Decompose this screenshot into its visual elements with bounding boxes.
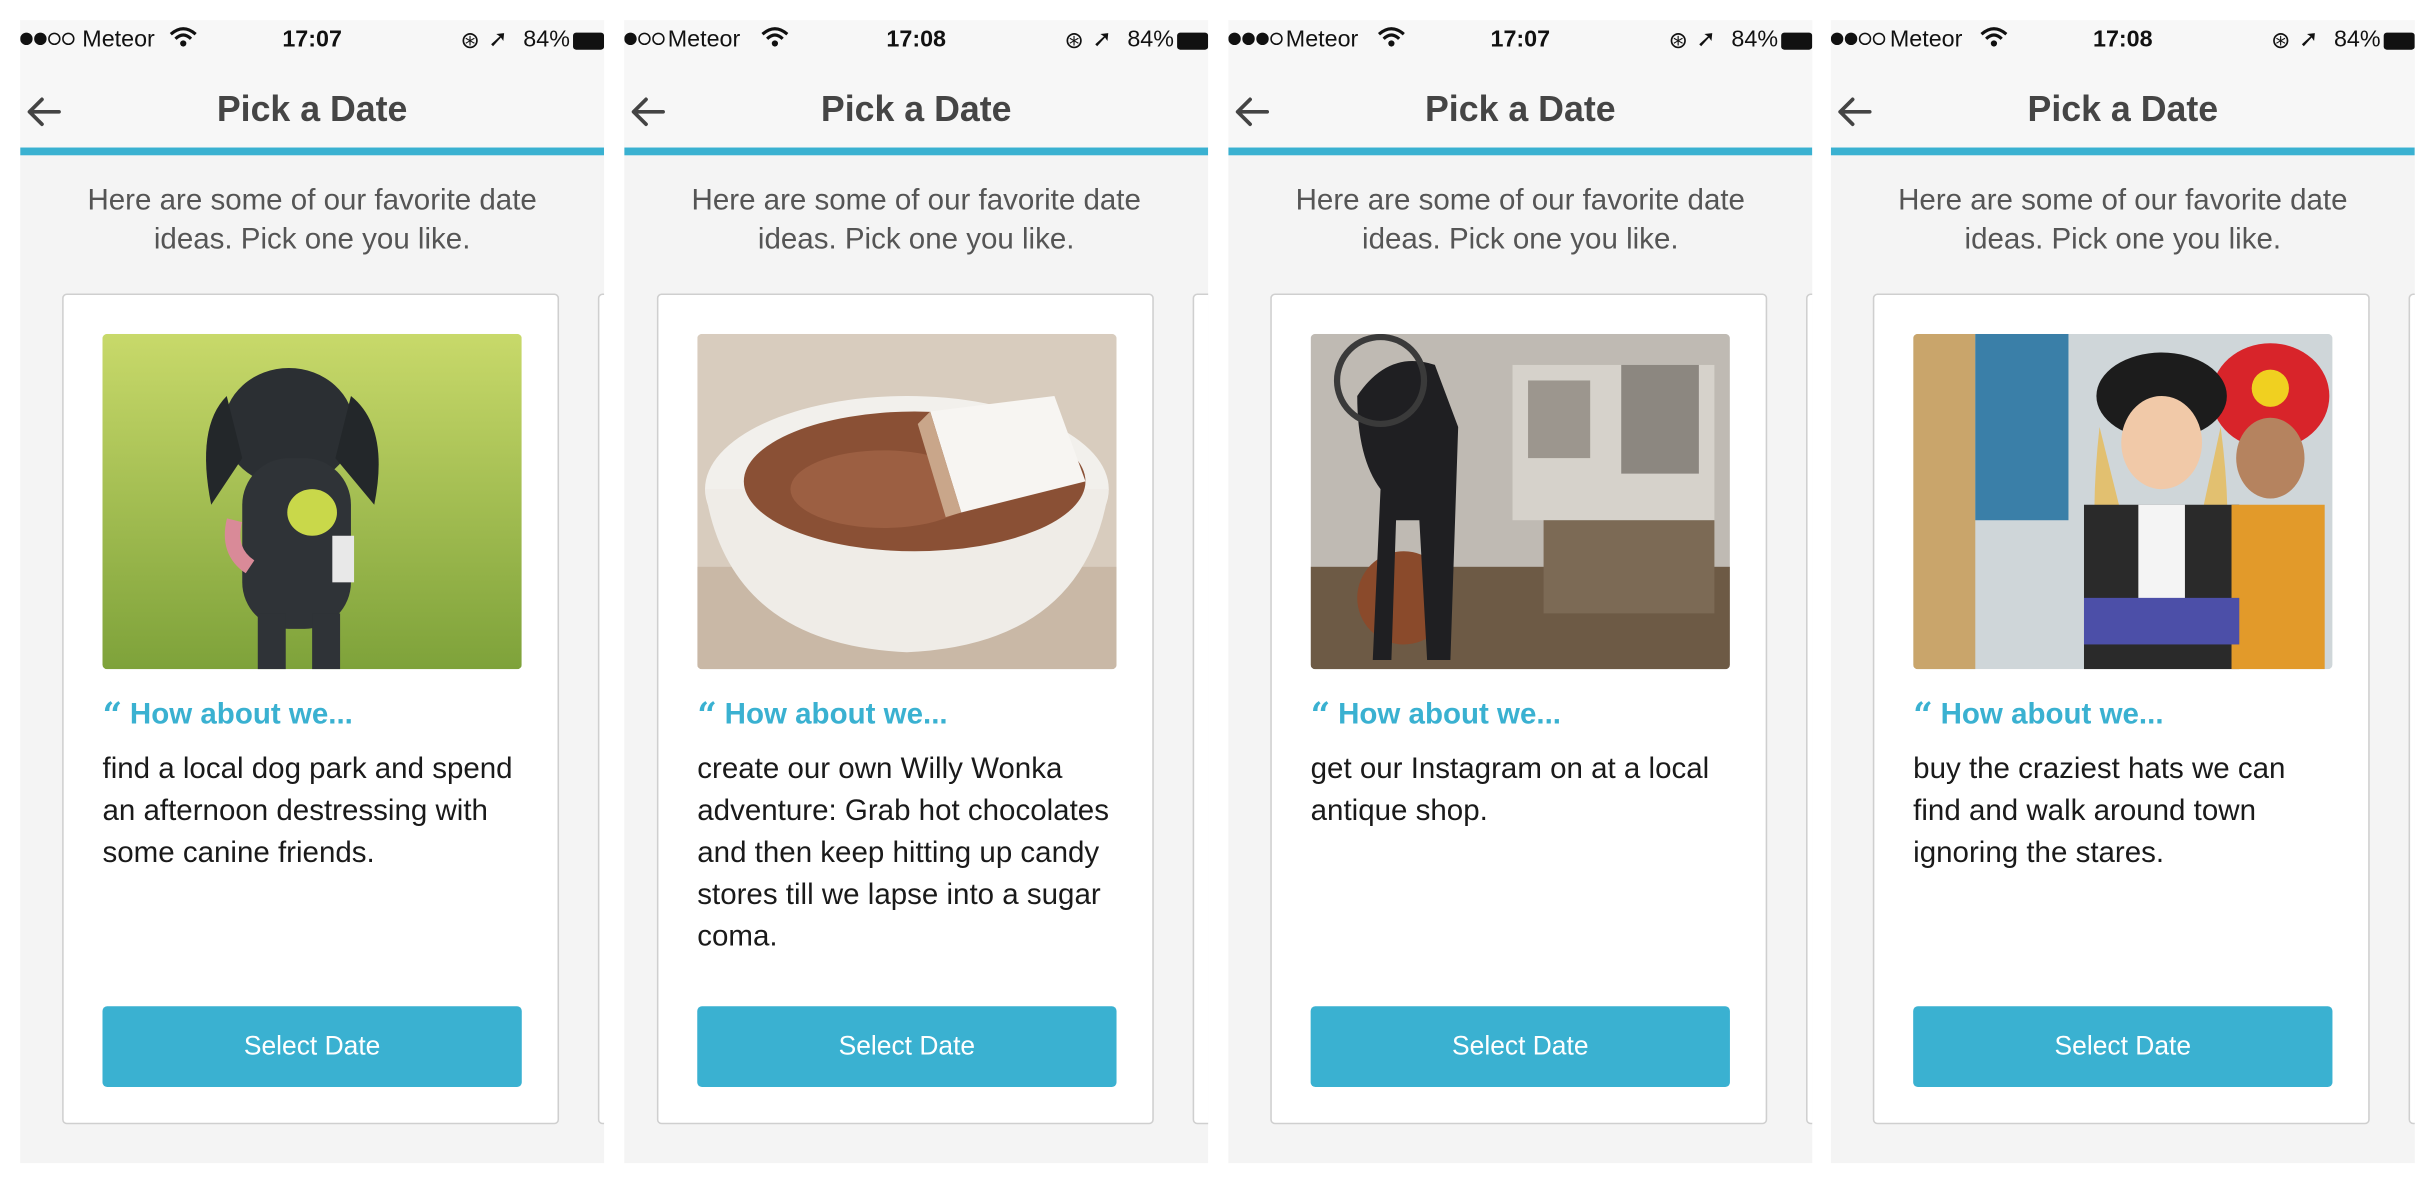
quote-label-text: How about we... bbox=[1940, 698, 2164, 732]
hats-photo bbox=[1913, 333, 2333, 670]
date-idea-card[interactable]: “How about we... find a local dog park a… bbox=[62, 293, 560, 1125]
location-arrow-icon: ➚ bbox=[1696, 26, 1716, 53]
battery-percent: 84% bbox=[2333, 26, 2381, 53]
status-bar: Meteor 17:08 ⊛ ➚ 84% bbox=[624, 20, 1209, 63]
rotation-lock-icon: ⊛ bbox=[1064, 27, 1084, 55]
date-idea-text: create our own Willy Wonka adventure: Gr… bbox=[697, 753, 1109, 954]
select-date-button[interactable]: Select Date bbox=[102, 1006, 522, 1088]
intro-text: Here are some of our favorite date ideas… bbox=[87, 184, 537, 257]
rotation-lock-icon: ⊛ bbox=[460, 27, 480, 55]
intro-text: Here are some of our favorite date ideas… bbox=[1295, 184, 1745, 257]
quote-label-text: How about we... bbox=[129, 698, 353, 732]
next-card-peek[interactable] bbox=[1192, 293, 1209, 1125]
quote-label-text: How about we... bbox=[1338, 698, 1562, 732]
how-about-we-label: “How about we... bbox=[1913, 696, 2163, 736]
status-time: 17:07 bbox=[282, 26, 342, 53]
dog-photo bbox=[102, 333, 522, 670]
screenshot-collage: Meteor 17:07 ⊛ ➚ 84% Pick a Date Here ar… bbox=[0, 0, 2435, 1183]
how-about-we-label: “How about we... bbox=[1311, 696, 1561, 736]
quote-label-text: How about we... bbox=[724, 698, 948, 732]
location-arrow-icon: ➚ bbox=[1092, 26, 1112, 53]
select-date-button[interactable]: Select Date bbox=[1913, 1006, 2333, 1088]
quote-icon: “ bbox=[697, 695, 717, 737]
quote-icon: “ bbox=[1913, 695, 1933, 737]
battery-percent: 84% bbox=[1127, 26, 1174, 53]
page-title: Pick a Date bbox=[820, 88, 1012, 129]
date-idea-text: find a local dog park and spend an after… bbox=[102, 753, 513, 870]
rotation-lock-icon: ⊛ bbox=[1668, 27, 1689, 55]
battery-icon bbox=[1177, 32, 1209, 50]
how-about-we-label: “How about we... bbox=[102, 696, 352, 736]
nav-bar: Pick a Date bbox=[1228, 62, 1813, 156]
rotation-lock-icon: ⊛ bbox=[2270, 27, 2291, 55]
nav-bar: Pick a Date bbox=[20, 62, 605, 156]
phone-screen-1: Meteor 17:07 ⊛ ➚ 84% Pick a Date Here ar… bbox=[20, 20, 605, 1164]
location-arrow-icon: ➚ bbox=[2298, 26, 2319, 53]
status-bar: Meteor 17:08 ⊛ ➚ 84% bbox=[1830, 20, 2415, 63]
quote-icon: “ bbox=[102, 695, 123, 737]
battery-percent: 84% bbox=[523, 26, 570, 53]
hot-chocolate-photo bbox=[697, 333, 1117, 670]
quote-icon: “ bbox=[1310, 695, 1331, 737]
status-bar: Meteor 17:07 ⊛ ➚ 84% bbox=[1228, 20, 1813, 63]
select-date-button[interactable]: Select Date bbox=[1310, 1006, 1730, 1088]
date-idea-text: get our Instagram on at a local antique … bbox=[1310, 753, 1710, 828]
intro-text: Here are some of our favorite date ideas… bbox=[1898, 184, 2348, 257]
phone-screen-4: Meteor 17:08 ⊛ ➚ 84% Pick a Date Here ar… bbox=[1830, 20, 2415, 1164]
battery-icon bbox=[1781, 32, 1813, 50]
date-idea-text: buy the craziest hats we can find and wa… bbox=[1913, 753, 2286, 870]
status-time: 17:08 bbox=[2093, 26, 2153, 53]
status-time: 17:08 bbox=[886, 26, 947, 53]
antique-shop-photo bbox=[1310, 333, 1730, 670]
page-title: Pick a Date bbox=[216, 88, 408, 129]
select-date-button[interactable]: Select Date bbox=[697, 1006, 1117, 1088]
battery-percent: 84% bbox=[1731, 26, 1779, 53]
location-arrow-icon: ➚ bbox=[488, 26, 508, 53]
page-title: Pick a Date bbox=[2027, 88, 2219, 129]
next-card-peek[interactable] bbox=[597, 293, 605, 1125]
status-bar: Meteor 17:07 ⊛ ➚ 84% bbox=[20, 20, 605, 63]
page-title: Pick a Date bbox=[1424, 88, 1616, 129]
date-idea-card[interactable]: “How about we... create our own Willy Wo… bbox=[656, 293, 1154, 1125]
date-idea-card[interactable]: “How about we... get our Instagram on at… bbox=[1270, 293, 1768, 1125]
how-about-we-label: “How about we... bbox=[697, 696, 947, 736]
nav-bar: Pick a Date bbox=[624, 62, 1209, 156]
phone-screen-2: Meteor 17:08 ⊛ ➚ 84% Pick a Date Here ar… bbox=[624, 20, 1209, 1164]
nav-bar: Pick a Date bbox=[1830, 62, 2415, 156]
status-time: 17:07 bbox=[1490, 26, 1551, 53]
battery-icon bbox=[573, 32, 605, 50]
next-card-peek[interactable] bbox=[1806, 293, 1813, 1125]
date-idea-card[interactable]: “How about we... buy the craziest hats w… bbox=[1872, 293, 2370, 1125]
phone-screen-3: Meteor 17:07 ⊛ ➚ 84% Pick a Date Here ar… bbox=[1228, 20, 1813, 1164]
next-card-peek[interactable] bbox=[2408, 293, 2415, 1125]
intro-text: Here are some of our favorite date ideas… bbox=[691, 184, 1141, 257]
battery-icon bbox=[2383, 32, 2415, 50]
